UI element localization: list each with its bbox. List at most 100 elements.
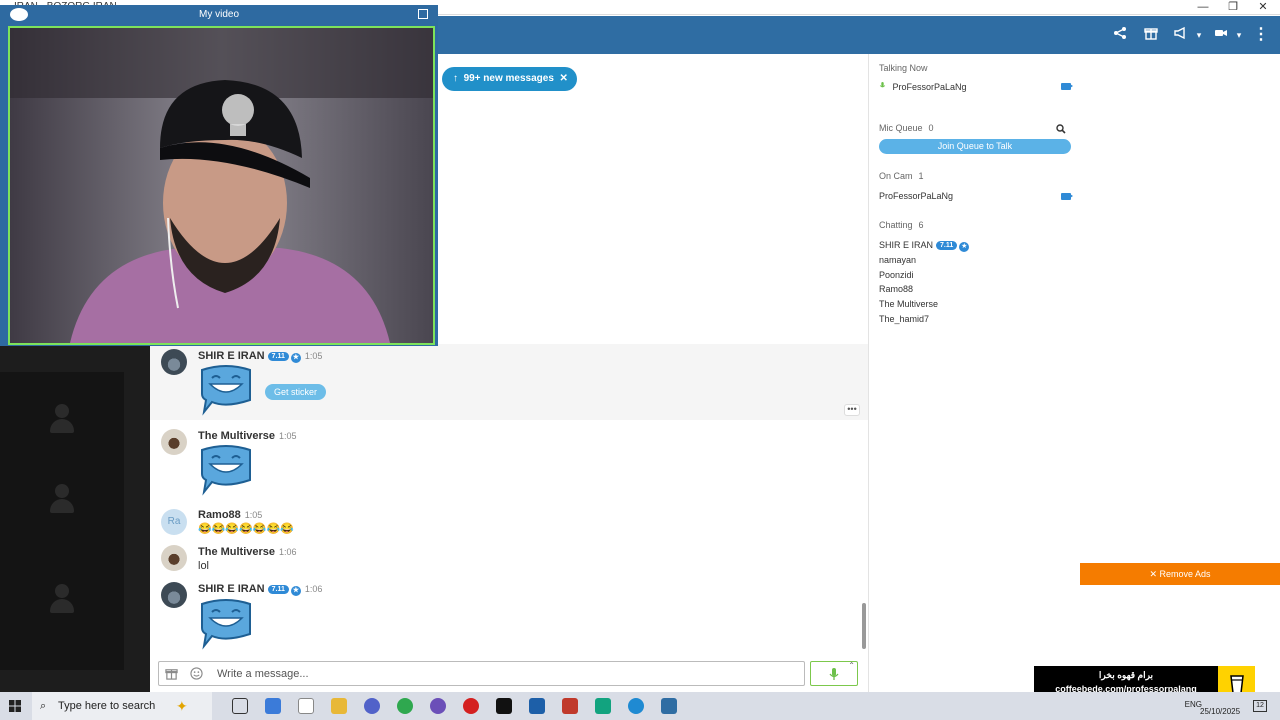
user-list-item[interactable]: SHIR E IRAN 7.11 ★: [879, 240, 970, 252]
message-author[interactable]: The Multiverse 1:05: [198, 430, 297, 442]
chat-message: Ra Ramo88 1:05 😂😂😂😂😂😂😂: [150, 504, 868, 542]
remove-ads-button[interactable]: ✕ Remove Ads: [1080, 563, 1280, 585]
message-input[interactable]: [158, 661, 805, 686]
gift-icon[interactable]: [164, 667, 178, 681]
message-text: 😂😂😂😂😂😂😂: [198, 523, 294, 535]
message-author[interactable]: SHIR E IRAN 7.11 ★ 1:05: [198, 350, 322, 363]
clock-date[interactable]: 25/10/2025: [1200, 707, 1240, 716]
person-icon: [50, 404, 74, 438]
more-icon[interactable]: ⋮: [1251, 25, 1271, 45]
restore-button[interactable]: ❐: [1218, 0, 1248, 15]
announce-icon[interactable]: [1170, 25, 1190, 45]
gift-icon[interactable]: [1141, 25, 1161, 45]
avatar[interactable]: [161, 349, 187, 375]
avatar[interactable]: [161, 545, 187, 571]
talking-now-user[interactable]: ProFessorPaLaNg: [879, 81, 967, 92]
person-icon: [50, 584, 74, 618]
microphone-icon: [879, 82, 886, 88]
chat-message: SHIR E IRAN 7.11 ★ 1:06: [150, 580, 868, 658]
windows-start-icon[interactable]: [9, 700, 21, 715]
terminal-icon[interactable]: [496, 698, 512, 714]
folder-icon[interactable]: [331, 698, 347, 714]
microphone-icon: [829, 668, 839, 680]
talking-now-heading: Talking Now: [879, 63, 928, 73]
popout-icon[interactable]: [418, 9, 428, 19]
microphone-button[interactable]: ⌃: [810, 661, 858, 686]
level-badge: 7.11: [267, 585, 289, 594]
app-icon[interactable]: [364, 698, 380, 714]
chat-message: The Multiverse 1:06 lol: [150, 542, 868, 580]
search-icon[interactable]: [1056, 123, 1066, 137]
chatting-heading: Chatting 6: [879, 220, 924, 230]
join-queue-button[interactable]: Join Queue to Talk: [879, 139, 1071, 154]
message-composer: ⌃: [150, 658, 868, 692]
message-author[interactable]: SHIR E IRAN 7.11 ★ 1:06: [198, 583, 322, 596]
avatar[interactable]: [161, 429, 187, 455]
close-icon[interactable]: ✕: [559, 73, 567, 84]
person-icon: [50, 484, 74, 518]
new-messages-pill[interactable]: ↑ 99+ new messages ✕: [442, 67, 577, 91]
message-time: 1:05: [279, 431, 297, 441]
camera-icon[interactable]: [1211, 25, 1231, 45]
chevron-down-icon[interactable]: ▾: [1229, 25, 1249, 45]
message-time: 1:06: [304, 584, 323, 594]
ads-column: ✕ Remove Ads: [1080, 54, 1280, 692]
search-icon: ⌕: [40, 700, 47, 712]
file-icon[interactable]: [298, 698, 314, 714]
laughing-sticker: [201, 365, 251, 416]
taskbar: ⌕ Type here to search ✦ ENG 25/10/2025 1…: [0, 692, 1280, 720]
get-sticker-button[interactable]: Get sticker: [265, 384, 327, 400]
laughing-sticker: [201, 445, 251, 496]
app-icon[interactable]: [529, 698, 545, 714]
scrollbar-thumb[interactable]: [862, 603, 866, 649]
chat-scrollbar[interactable]: [861, 54, 867, 658]
mic-queue-heading: Mic Queue 0: [879, 123, 934, 133]
on-cam-heading: On Cam 1: [879, 171, 924, 181]
minimize-button[interactable]: —: [1188, 0, 1218, 15]
copilot-icon[interactable]: [265, 698, 281, 714]
chat-message: SHIR E IRAN 7.11 ★ 1:05 Get sticker •••: [150, 344, 868, 420]
user-list-item[interactable]: Poonzidi: [879, 270, 914, 280]
share-icon[interactable]: [1110, 25, 1130, 45]
star-icon: ★: [290, 586, 301, 596]
chevron-down-icon[interactable]: ▾: [1189, 25, 1209, 45]
star-icon: ★: [959, 242, 970, 252]
user-list-item[interactable]: Ramo88: [879, 284, 913, 294]
message-author[interactable]: The Multiverse 1:06: [198, 546, 297, 558]
star-icon: ★: [290, 353, 301, 363]
app-icon[interactable]: [595, 698, 611, 714]
empty-cam-slot[interactable]: [0, 552, 124, 670]
avatar[interactable]: [161, 582, 187, 608]
chrome-icon[interactable]: [397, 698, 413, 714]
message-time: 1:05: [244, 510, 263, 520]
sparkle-icon[interactable]: ✦: [176, 698, 188, 715]
telegram-icon[interactable]: [628, 698, 644, 714]
camera-icon[interactable]: [1061, 83, 1073, 90]
camera-icon[interactable]: [1061, 193, 1073, 200]
task-view-icon[interactable]: [232, 698, 248, 714]
message-options-button[interactable]: •••: [844, 404, 860, 416]
user-list-panel: Talking Now ProFessorPaLaNg Mic Queue 0 J…: [868, 54, 1080, 692]
video-popup-window[interactable]: My video: [0, 5, 438, 346]
app-icon[interactable]: [430, 698, 446, 714]
webcam-image: [10, 28, 433, 343]
on-cam-user[interactable]: ProFessorPaLaNg: [879, 191, 953, 201]
app-icon[interactable]: [562, 698, 578, 714]
opera-icon[interactable]: [463, 698, 479, 714]
chevron-up-icon[interactable]: ⌃: [848, 661, 855, 670]
webcam-video: [8, 26, 435, 345]
user-list-item[interactable]: The_hamid7: [879, 314, 929, 324]
emoji-icon[interactable]: [189, 667, 203, 681]
user-list-item[interactable]: namayan: [879, 255, 916, 265]
message-time: 1:06: [279, 547, 297, 557]
message-time: 1:05: [304, 351, 323, 361]
paltalk-icon[interactable]: [661, 698, 677, 714]
banner-text: برام قهوه بخرا: [1098, 670, 1154, 680]
avatar[interactable]: Ra: [161, 509, 187, 535]
close-button[interactable]: ✕: [1248, 0, 1278, 15]
message-text: lol: [198, 560, 210, 572]
user-list-item[interactable]: The Multiverse: [879, 299, 938, 309]
level-badge: 7.11: [267, 352, 289, 361]
notifications-icon[interactable]: 12: [1253, 700, 1267, 712]
message-author[interactable]: Ramo88 1:05: [198, 509, 262, 521]
